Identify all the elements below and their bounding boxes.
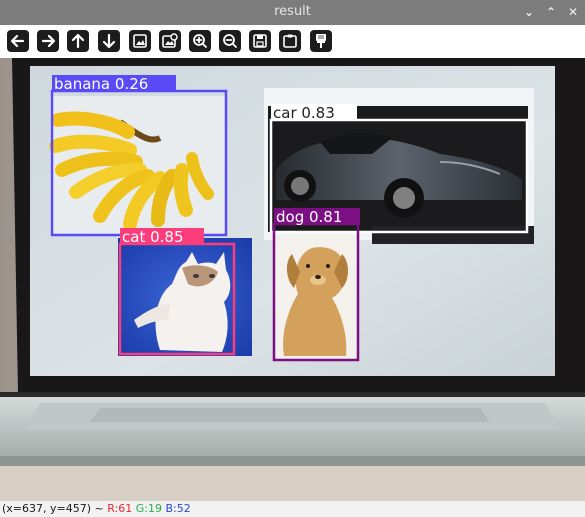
window-title: result: [274, 4, 311, 19]
arrow-left-icon: [10, 34, 25, 48]
status-bar: (x=637, y=457) ~ R:61 G:19 B:52: [0, 501, 585, 517]
image-zoom-icon: [162, 33, 178, 48]
save-button[interactable]: [249, 30, 271, 52]
pan-down-button[interactable]: [98, 30, 120, 52]
detection-image: banana 0.26 car 0.83 cat 0.85 dog 0.81: [0, 58, 585, 501]
close-button[interactable]: ✕: [564, 3, 582, 21]
pan-right-button[interactable]: [37, 30, 59, 52]
cat-label: cat 0.85: [122, 228, 184, 246]
maximize-button[interactable]: ⌃: [542, 3, 560, 21]
pan-up-button[interactable]: [67, 30, 89, 52]
arrow-down-icon: [102, 33, 116, 49]
zoom-original-button[interactable]: [159, 30, 181, 52]
toolbar: [0, 25, 585, 58]
arrow-up-icon: [71, 33, 85, 49]
pan-left-button[interactable]: [7, 30, 29, 52]
zoom-in-icon: [193, 34, 207, 48]
properties-button[interactable]: [310, 30, 332, 52]
image-canvas[interactable]: banana 0.26 car 0.83 cat 0.85 dog 0.81: [0, 58, 585, 501]
zoom-out-icon: [223, 34, 237, 48]
minimize-button[interactable]: ⌄: [520, 3, 538, 21]
arrow-right-icon: [41, 34, 56, 48]
window-titlebar[interactable]: result ⌄ ⌃ ✕: [0, 0, 585, 25]
dog-label: dog 0.81: [276, 208, 342, 226]
zoom-in-button[interactable]: [189, 30, 211, 52]
copy-button[interactable]: [279, 30, 301, 52]
car-label: car 0.83: [273, 104, 335, 122]
pixel-blue-value: B:52: [165, 502, 191, 515]
brush-icon: [316, 34, 326, 48]
zoom-out-button[interactable]: [219, 30, 241, 52]
cursor-coordinates: (x=637, y=457) ~: [2, 502, 104, 515]
pixel-green-value: G:19: [135, 502, 162, 515]
image-icon: [133, 34, 147, 48]
pixel-red-value: R:61: [107, 502, 133, 515]
save-icon: [253, 34, 267, 48]
banana-label: banana 0.26: [54, 75, 148, 93]
clipboard-icon: [283, 34, 297, 48]
zoom-fit-button[interactable]: [129, 30, 151, 52]
